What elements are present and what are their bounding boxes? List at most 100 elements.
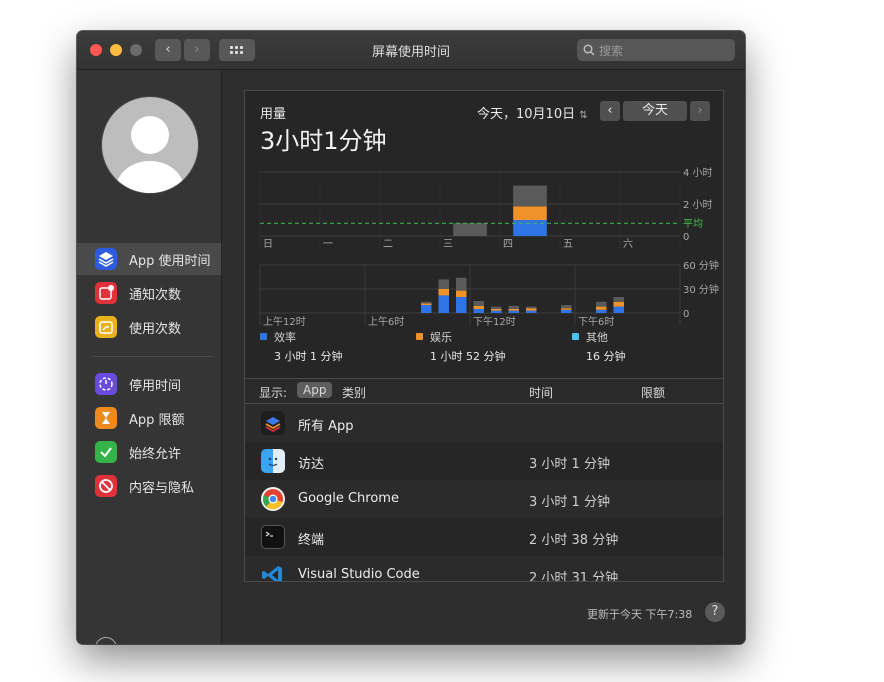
last-updated: 更新于今天 下午7:38 bbox=[587, 608, 693, 621]
back-button[interactable]: ‹ bbox=[155, 39, 181, 61]
x-tick-label: 一 bbox=[323, 239, 333, 250]
today-label: 今天 bbox=[641, 103, 668, 118]
screen-time-window: ‹ › 屏幕使用时间 搜索 App 使用时间 通知次数 使用次数 停用时间 Ap… bbox=[77, 31, 745, 644]
stack-icon bbox=[261, 411, 285, 435]
bar-娱乐 bbox=[508, 309, 519, 311]
segment-app[interactable]: App bbox=[297, 382, 333, 398]
avatar[interactable] bbox=[101, 96, 199, 194]
bar-效率 bbox=[526, 310, 537, 313]
bar-娱乐 bbox=[526, 308, 537, 311]
weekly-usage-chart: 4 小时 2 小时 0 日 一 二 三 四 五 六 平均 bbox=[259, 167, 713, 250]
app-time: 3 小时 1 分钟 bbox=[529, 495, 610, 510]
minimize-button[interactable] bbox=[110, 44, 122, 56]
updown-chevron-icon: ⇅ bbox=[579, 110, 588, 121]
today-button[interactable]: 今天 bbox=[623, 101, 687, 121]
legend-swatch-other bbox=[572, 333, 579, 340]
hourglass-icon bbox=[95, 407, 117, 429]
show-label: 显示: bbox=[259, 386, 288, 400]
bar-娱乐 bbox=[596, 306, 607, 310]
prev-day-button[interactable]: ‹ bbox=[600, 101, 620, 121]
sidebar-item-label: 始终允许 bbox=[129, 447, 182, 462]
bar-其他 bbox=[561, 305, 572, 309]
legend-swatch-entertainment bbox=[416, 333, 423, 340]
forward-button[interactable]: › bbox=[184, 39, 210, 61]
zoom-button[interactable] bbox=[130, 44, 142, 56]
table-row[interactable]: 所有 App bbox=[245, 404, 723, 442]
table-row[interactable]: Visual Studio Code 2 小时 31 分钟 bbox=[245, 556, 723, 581]
column-limit[interactable]: 限额 bbox=[641, 384, 665, 401]
close-button[interactable] bbox=[90, 44, 102, 56]
sidebar-item-notifications[interactable]: 通知次数 bbox=[77, 277, 221, 309]
hourly-usage-chart: 60 分钟 30 分钟 0 上午12时 上午6时 下午12时 下午6时 bbox=[259, 259, 719, 328]
bar-其他 bbox=[613, 297, 624, 302]
chrome-icon bbox=[261, 487, 285, 511]
table-row[interactable]: 访达 3 小时 1 分钟 bbox=[245, 442, 723, 480]
sidebar-divider bbox=[93, 356, 213, 357]
sidebar-item-app-usage[interactable]: App 使用时间 bbox=[77, 243, 221, 275]
bar-其他 bbox=[596, 301, 607, 307]
bar-其他 bbox=[508, 305, 519, 309]
x-tick-label: 下午12时 bbox=[473, 315, 516, 328]
bar-娱乐 bbox=[456, 290, 467, 297]
app-name: 所有 App bbox=[298, 419, 354, 434]
app-name: Google Chrome bbox=[298, 491, 399, 506]
legend-value: 1 小时 52 分钟 bbox=[430, 350, 506, 363]
x-tick-label: 上午6时 bbox=[368, 315, 404, 328]
chevron-left-icon: ‹ bbox=[165, 42, 171, 57]
sidebar-item-downtime[interactable]: 停用时间 bbox=[77, 368, 221, 400]
options-button[interactable] bbox=[95, 637, 117, 644]
date-text: 今天，10月10日 bbox=[477, 107, 576, 122]
sidebar-item-label: 使用次数 bbox=[129, 322, 182, 337]
x-tick-label: 上午12时 bbox=[263, 315, 306, 328]
x-tick-label: 三 bbox=[443, 239, 453, 250]
bar-娱乐 bbox=[491, 309, 502, 311]
next-day-button[interactable]: › bbox=[690, 101, 710, 121]
app-time: 2 小时 31 分钟 bbox=[529, 571, 619, 581]
legend-name: 其他 bbox=[586, 331, 608, 344]
bar-其他 bbox=[438, 279, 449, 289]
chevron-left-icon: ‹ bbox=[607, 103, 613, 118]
sidebar-item-label: 停用时间 bbox=[129, 379, 182, 394]
usage-label: 用量 bbox=[260, 107, 287, 122]
x-tick-label: 二 bbox=[383, 239, 393, 250]
sidebar-item-pickups[interactable]: 使用次数 bbox=[77, 311, 221, 343]
bar-其他 bbox=[473, 301, 484, 306]
bar-效率 bbox=[421, 305, 432, 313]
options-label[interactable]: 选项 bbox=[129, 640, 155, 644]
search-icon bbox=[583, 44, 595, 56]
table-row[interactable]: 终端 2 小时 38 分钟 bbox=[245, 518, 723, 556]
bar-效率 bbox=[513, 220, 547, 236]
bar-效率 bbox=[596, 309, 607, 313]
person-icon bbox=[116, 116, 184, 193]
layers-icon bbox=[95, 248, 117, 270]
checkmark-shield-icon bbox=[95, 441, 117, 463]
no-entry-icon bbox=[95, 475, 117, 497]
sidebar-item-content-privacy[interactable]: 内容与隐私 bbox=[77, 470, 221, 502]
date-selector[interactable]: 今天，10月10日 ⇅ bbox=[477, 103, 588, 122]
bar-其他 bbox=[421, 301, 432, 304]
vscode-icon bbox=[261, 563, 285, 581]
column-time[interactable]: 时间 bbox=[529, 384, 553, 401]
bar-其他 bbox=[526, 306, 537, 309]
y-tick-label: 4 小时 bbox=[683, 167, 713, 179]
sidebar-item-always-allowed[interactable]: 始终允许 bbox=[77, 436, 221, 468]
x-tick-label: 六 bbox=[623, 238, 633, 250]
bar-其他 bbox=[513, 185, 547, 207]
bar-效率 bbox=[473, 309, 484, 313]
bar-效率 bbox=[491, 310, 502, 313]
bar-效率 bbox=[438, 295, 449, 313]
help-icon: ? bbox=[711, 604, 719, 619]
sidebar-item-app-limits[interactable]: App 限额 bbox=[77, 402, 221, 434]
segment-category[interactable]: 类别 bbox=[342, 384, 366, 401]
x-tick-label: 日 bbox=[263, 239, 273, 250]
show-all-button[interactable] bbox=[219, 39, 255, 61]
app-time: 3 小时 1 分钟 bbox=[529, 457, 610, 472]
help-button[interactable]: ? bbox=[705, 602, 725, 622]
table-row[interactable]: Google Chrome 3 小时 1 分钟 bbox=[245, 480, 723, 518]
bar-娱乐 bbox=[513, 206, 547, 220]
main-content: 用量 3小时1分钟 今天，10月10日 ⇅ ‹ 今天 › 4 小时 2 小时 0 日 一… bbox=[222, 70, 745, 644]
sidebar-item-label: App 使用时间 bbox=[129, 254, 211, 269]
search-field[interactable]: 搜索 bbox=[577, 39, 735, 61]
app-name: 访达 bbox=[298, 457, 325, 472]
bar-其他 bbox=[456, 277, 467, 291]
